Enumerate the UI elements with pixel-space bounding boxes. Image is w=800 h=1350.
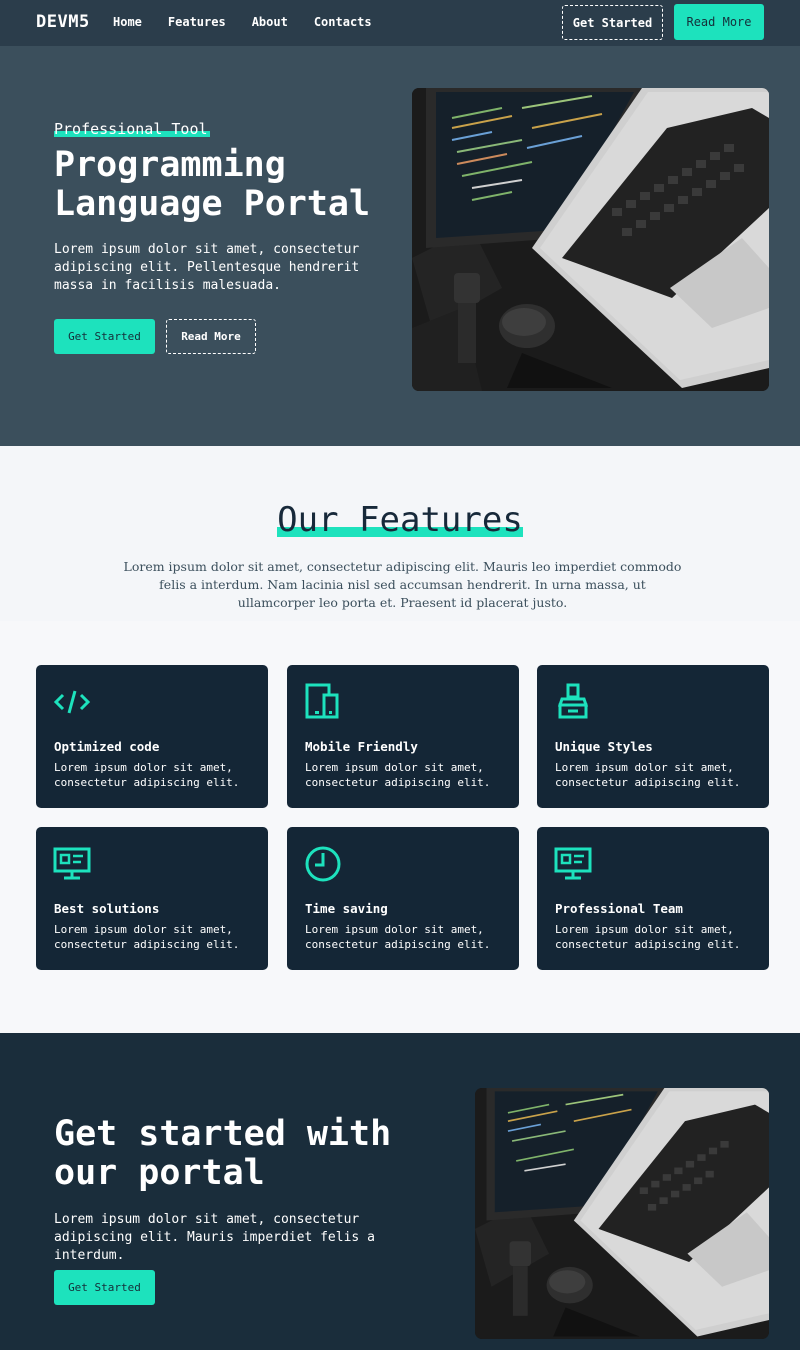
features-title: Our Features [277, 500, 523, 540]
clock-icon [305, 846, 341, 882]
top-navbar: DEVM5 Home Features About Contacts Get S… [0, 0, 800, 46]
feature-card-desc: Lorem ipsum dolor sit amet, consectetur … [305, 761, 491, 789]
feature-card-desc: Lorem ipsum dolor sit amet, consectetur … [555, 923, 741, 951]
nav-link-home[interactable]: Home [113, 15, 142, 29]
nav-links: Home Features About Contacts [113, 15, 398, 29]
devices-icon [305, 683, 339, 719]
feature-card-title: Best solutions [54, 901, 160, 916]
feature-card-desc: Lorem ipsum dolor sit amet, consectetur … [54, 923, 240, 951]
feature-card-title: Professional Team [555, 901, 683, 916]
feature-card: Best solutions Lorem ipsum dolor sit ame… [36, 827, 268, 970]
feature-card-desc: Lorem ipsum dolor sit amet, consectetur … [54, 761, 240, 789]
paint-brush-icon [557, 683, 589, 719]
features-title-wrap: Our Features [0, 500, 800, 540]
feature-card-title: Unique Styles [555, 739, 653, 754]
features-header: Our Features Lorem ipsum dolor sit amet,… [0, 446, 800, 621]
hero-laptop-image [412, 88, 769, 391]
hero-eyebrow: Professional Tool [54, 120, 210, 138]
hero-description: Lorem ipsum dolor sit amet, consectetur … [54, 242, 360, 293]
feature-card-desc: Lorem ipsum dolor sit amet, consectetur … [555, 761, 741, 789]
feature-card: Unique Styles Lorem ipsum dolor sit amet… [537, 665, 769, 808]
feature-card-title: Time saving [305, 901, 388, 916]
nav-link-contacts[interactable]: Contacts [314, 15, 372, 29]
hero-section: Professional Tool Programming Language P… [0, 46, 800, 446]
hero-get-started-button[interactable]: Get Started [54, 319, 155, 354]
nav-get-started-button[interactable]: Get Started [562, 5, 663, 40]
monitor-icon [53, 847, 91, 880]
feature-card-title: Mobile Friendly [305, 739, 418, 754]
feature-card: Professional Team Lorem ipsum dolor sit … [537, 827, 769, 970]
logo[interactable]: DEVM5 [36, 12, 90, 32]
hero-read-more-button[interactable]: Read More [166, 319, 256, 354]
feature-card: Time saving Lorem ipsum dolor sit amet, … [287, 827, 519, 970]
cta-laptop-image [475, 1088, 769, 1339]
feature-card-desc: Lorem ipsum dolor sit amet, consectetur … [305, 923, 491, 951]
features-grid: Optimized code Lorem ipsum dolor sit ame… [0, 621, 800, 1033]
eyebrow-text: Professional Tool [54, 120, 208, 138]
hero-title: Programming Language Portal [54, 145, 371, 224]
cta-section: Get started with our portal Lorem ipsum … [0, 1033, 800, 1350]
features-title-box: Our Features [277, 500, 523, 540]
cta-title: Get started with our portal [54, 1114, 392, 1193]
features-subtitle: Lorem ipsum dolor sit amet, consectetur … [123, 559, 682, 610]
nav-link-about[interactable]: About [252, 15, 288, 29]
cta-description: Lorem ipsum dolor sit amet, consectetur … [54, 1212, 375, 1263]
feature-card: Optimized code Lorem ipsum dolor sit ame… [36, 665, 268, 808]
monitor-icon [554, 847, 592, 880]
code-icon [53, 690, 91, 714]
feature-card: Mobile Friendly Lorem ipsum dolor sit am… [287, 665, 519, 808]
nav-read-more-button[interactable]: Read More [674, 4, 764, 40]
nav-link-features[interactable]: Features [168, 15, 226, 29]
cta-get-started-button[interactable]: Get Started [54, 1270, 155, 1305]
feature-card-title: Optimized code [54, 739, 160, 754]
